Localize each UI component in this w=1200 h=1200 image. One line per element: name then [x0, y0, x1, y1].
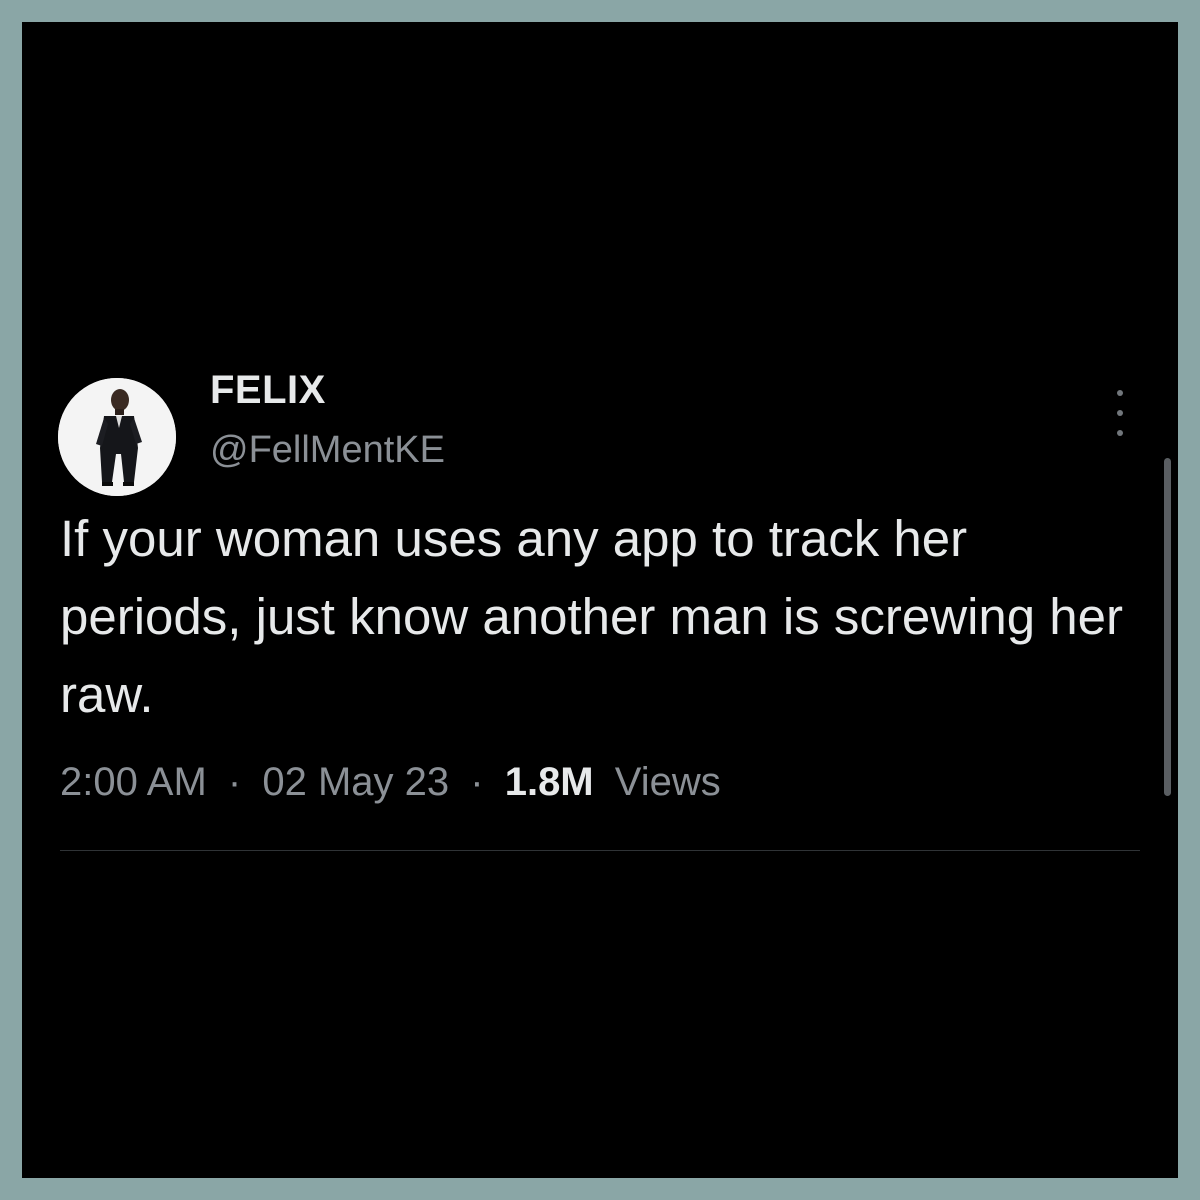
- profile-photo-icon: [58, 378, 176, 496]
- views-label: Views: [614, 760, 721, 804]
- tweet-date[interactable]: 02 May 23: [262, 760, 449, 804]
- more-options-button[interactable]: [1108, 390, 1132, 436]
- author-display-name[interactable]: FELIX: [210, 368, 326, 413]
- avatar[interactable]: [58, 378, 176, 496]
- tweet-meta: 2:00 AM · 02 May 23 · 1.8M Views: [60, 760, 721, 805]
- tweet-time[interactable]: 2:00 AM: [60, 760, 207, 804]
- meta-separator: ·: [227, 760, 242, 804]
- author-handle[interactable]: @FellMentKE: [210, 429, 445, 472]
- more-vertical-icon-dot: [1117, 410, 1123, 416]
- views-count[interactable]: 1.8M: [505, 760, 594, 804]
- tweet-text: If your woman uses any app to track her …: [60, 510, 1124, 723]
- tweet-screenshot: FELIX @FellMentKE If your woman uses any…: [22, 22, 1178, 1178]
- scrollbar[interactable]: [1164, 458, 1171, 796]
- meta-separator: ·: [470, 760, 484, 804]
- divider: [60, 850, 1140, 851]
- more-vertical-icon: [1117, 390, 1123, 396]
- more-vertical-icon-dot: [1117, 430, 1123, 436]
